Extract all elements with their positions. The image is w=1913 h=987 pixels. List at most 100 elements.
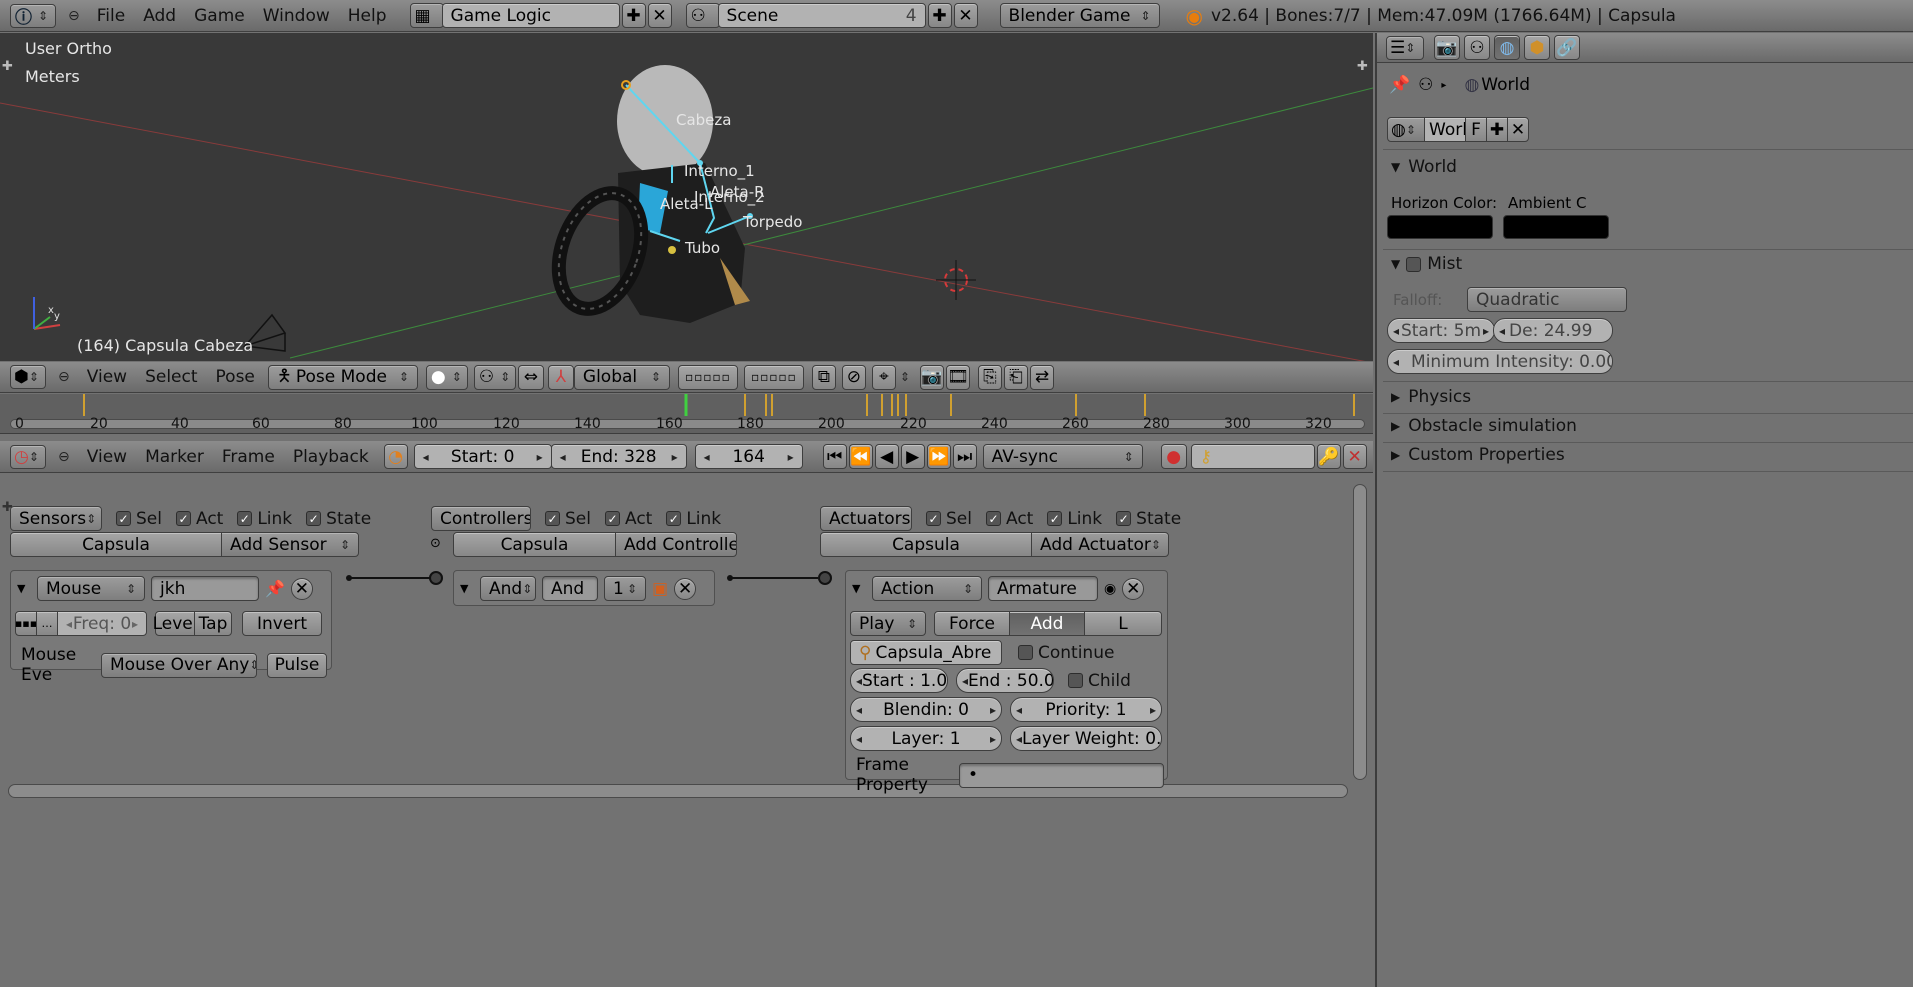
controllers-link-toggle[interactable]: ✓ Link	[666, 509, 721, 529]
action-start-field[interactable]: ◂Start : 1.00▸	[850, 668, 948, 693]
layer-weight-field[interactable]: ◂Layer Weight: 0.000▸	[1010, 726, 1162, 751]
menu-marker[interactable]: Marker	[136, 447, 213, 467]
render-tab-icon[interactable]: 📷	[1434, 35, 1460, 60]
force-button[interactable]: Force	[934, 611, 1010, 636]
frame-property-input[interactable]: •	[959, 762, 1164, 788]
paste-pose-icon[interactable]: ⎗	[1003, 364, 1028, 390]
pin-icon[interactable]: ◉	[1104, 581, 1116, 597]
jump-start-icon[interactable]: ⏮	[822, 444, 847, 469]
priority-field[interactable]: ◂ Priority: 1 ▸	[1010, 697, 1162, 722]
sensor-name-input[interactable]: jkh	[151, 576, 259, 601]
sensors-dropdown[interactable]: Sensors ⇕	[10, 506, 102, 531]
actuators-act-toggle[interactable]: ✓ Act	[985, 509, 1033, 529]
collapse-icon[interactable]: ⊖	[68, 8, 80, 24]
mist-panel-header[interactable]: ▼ Mist	[1391, 254, 1462, 274]
insert-keyframe-icon[interactable]: 🔑	[1316, 444, 1341, 469]
menu-frame[interactable]: Frame	[213, 447, 284, 467]
menu-add[interactable]: Add	[134, 6, 185, 26]
action-end-field[interactable]: ◂End : 50.00▸	[956, 668, 1054, 693]
world-tab-icon[interactable]: ◍	[1494, 35, 1520, 60]
record-icon[interactable]: ●	[1160, 444, 1187, 469]
paste-flipped-icon[interactable]: ⇄	[1029, 364, 1054, 390]
controllers-act-toggle[interactable]: ✓ Act	[604, 509, 652, 529]
continue-toggle[interactable]: Continue	[1018, 643, 1114, 663]
physics-panel-header[interactable]: ▶ Physics	[1391, 387, 1471, 407]
invert-button[interactable]: Invert	[242, 611, 322, 636]
chevron-updown-icon[interactable]: ⇕	[900, 370, 910, 384]
expand-triangle-icon[interactable]: ▼	[852, 582, 866, 595]
unlink-world-button[interactable]: ✕	[1507, 117, 1529, 142]
pin-icon[interactable]: 📌	[1389, 75, 1410, 95]
blendin-field[interactable]: ◂ Blendin: 0 ▸	[850, 697, 1002, 722]
shading-dropdown[interactable]: ● ⇕	[425, 364, 468, 390]
controller-name-input[interactable]: And	[542, 576, 598, 601]
world-browse-icon[interactable]: ◍ ⇕	[1387, 117, 1425, 142]
pulse-true-button[interactable]: ▪▪▪	[15, 611, 37, 636]
lock-layers-icon[interactable]: ⧉	[811, 364, 836, 390]
custom-props-panel-header[interactable]: ▶ Custom Properties	[1391, 445, 1565, 465]
scene-icon[interactable]: ⚇	[685, 3, 720, 28]
editor-type-timeline[interactable]: ◷ ⇕	[10, 444, 46, 469]
falloff-dropdown[interactable]: Quadratic	[1467, 287, 1627, 312]
sensors-act-toggle[interactable]: ✓ Act	[175, 509, 223, 529]
screen-layout-icon[interactable]: ▦	[409, 3, 444, 28]
mouse-event-dropdown[interactable]: Mouse Over Any⇕	[101, 652, 257, 678]
manipulator-axes-icon[interactable]: ⅄	[547, 364, 574, 390]
sensors-sel-toggle[interactable]: ✓ Sel	[116, 509, 162, 529]
keying-set-field[interactable]: ⚷	[1190, 444, 1315, 469]
layer-field[interactable]: ◂ Layer: 1 ▸	[850, 726, 1002, 751]
scene-tab-icon[interactable]: ⚇	[1464, 35, 1490, 60]
start-frame-field[interactable]: ◂ Start: 0 ▸	[413, 444, 552, 469]
editor-type-3dview[interactable]: ⬢ ⇕	[10, 365, 46, 389]
pin-icon[interactable]: 📌	[265, 579, 285, 598]
state-icon[interactable]: ⊙	[430, 536, 441, 551]
mist-start-field[interactable]: ◂ Start: 5m ▸	[1387, 318, 1495, 343]
level-button[interactable]: Level	[153, 611, 197, 636]
sync-dropdown[interactable]: AV-sync ⇕	[982, 444, 1143, 469]
jump-end-icon[interactable]: ⏭	[952, 444, 977, 469]
snap-icon[interactable]: ⌖	[871, 364, 896, 390]
min-intensity-field[interactable]: ◂ Minimum Intensity: 0.000	[1387, 349, 1613, 374]
delete-keyframe-icon[interactable]: ✕	[1342, 444, 1367, 469]
sensors-object-button[interactable]: Capsula	[10, 532, 222, 557]
menu-file[interactable]: File	[88, 6, 134, 26]
local-button[interactable]: L	[1084, 611, 1162, 636]
actuators-object-button[interactable]: Capsula	[820, 532, 1032, 557]
copy-pose-icon[interactable]: ⎘	[977, 364, 1002, 390]
collapse-icon[interactable]: ⊖	[58, 449, 70, 465]
add-controller-dropdown[interactable]: Add Controller⇕	[615, 532, 737, 557]
menu-view[interactable]: View	[78, 367, 136, 387]
menu-game[interactable]: Game	[185, 6, 254, 26]
menu-help[interactable]: Help	[339, 6, 396, 26]
delete-scene-button[interactable]: ✕	[953, 3, 978, 28]
add-actuator-dropdown[interactable]: Add Actuator ⇕	[1031, 532, 1169, 557]
screen-layout-field[interactable]: Game Logic	[441, 3, 620, 28]
layers-grid-a[interactable]: ▫▫▫▫▫	[677, 364, 738, 390]
constraints-tab-icon[interactable]: 🔗	[1554, 35, 1580, 60]
end-frame-field[interactable]: ◂ End: 328 ▸	[550, 444, 687, 469]
object-tab-icon[interactable]: ⬢	[1524, 35, 1550, 60]
jump-keyframe-forward-icon[interactable]: ⏩	[926, 444, 951, 469]
expand-triangle-icon[interactable]: ▼	[460, 582, 474, 595]
controllers-object-button[interactable]: Capsula	[453, 532, 616, 557]
controllers-sel-toggle[interactable]: ✓ Sel	[545, 509, 591, 529]
controllers-dropdown[interactable]: Controllers⇕	[431, 506, 531, 531]
sensor-type-dropdown[interactable]: Mouse ⇕	[37, 576, 145, 601]
sensors-link-toggle[interactable]: ✓ Link	[237, 509, 292, 529]
collapse-icon[interactable]: ⊖	[58, 369, 70, 385]
actuators-sel-toggle[interactable]: ✓ Sel	[926, 509, 972, 529]
sensors-state-toggle[interactable]: ✓ State	[306, 509, 371, 529]
layers-grid-b[interactable]: ▫▫▫▫▫	[743, 364, 804, 390]
horizon-color-swatch[interactable]	[1387, 215, 1493, 239]
jump-keyframe-back-icon[interactable]: ⏪	[848, 444, 873, 469]
freq-field[interactable]: ◂ Freq: 0 ▸	[57, 611, 147, 636]
timeline-ruler[interactable]: 0 20 40 60 80 100 120 140 160 180 200 22…	[0, 394, 1373, 434]
ambient-color-swatch[interactable]	[1503, 215, 1609, 239]
add-screen-button[interactable]: ✚	[621, 3, 646, 28]
logic-vscrollbar[interactable]	[1353, 484, 1367, 780]
corner-plus-icon[interactable]: ✚	[2, 59, 13, 74]
add-world-button[interactable]: ✚	[1486, 117, 1508, 142]
obstacle-panel-header[interactable]: ▶ Obstacle simulation	[1391, 416, 1577, 436]
orientation-dropdown[interactable]: Global ⇕	[573, 364, 670, 390]
menu-playback[interactable]: Playback	[284, 447, 378, 467]
